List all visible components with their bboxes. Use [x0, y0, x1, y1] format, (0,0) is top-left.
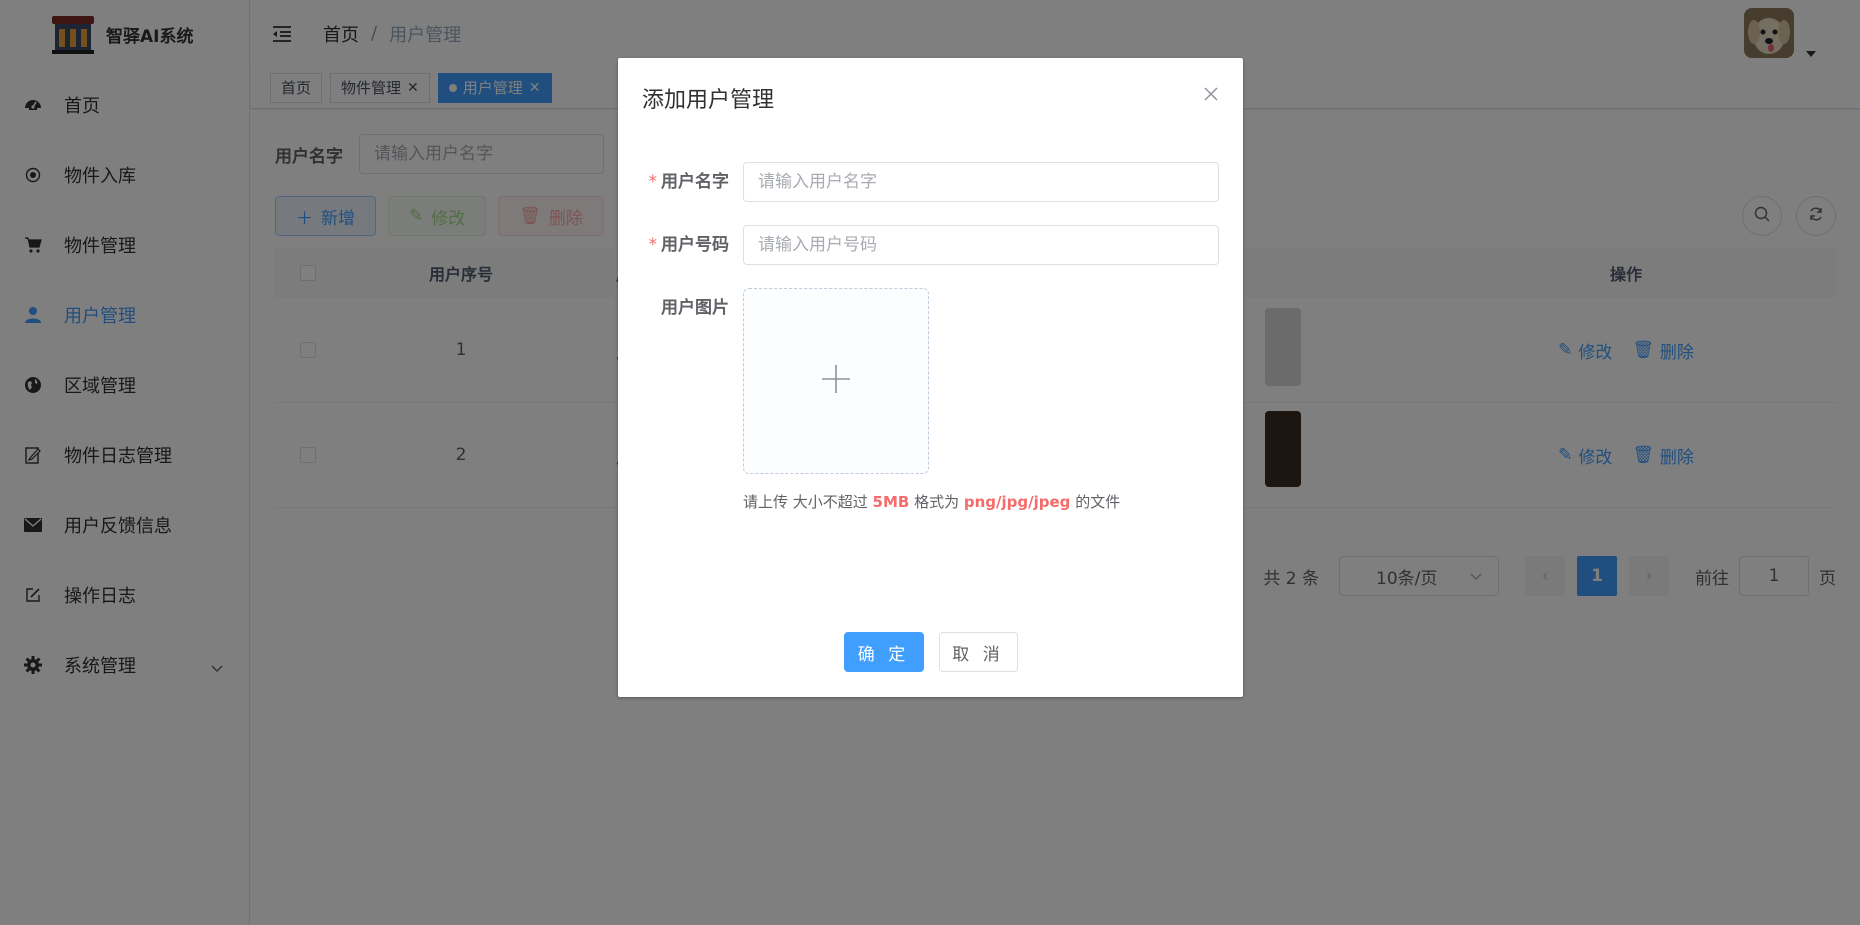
user-phone-input[interactable]	[743, 225, 1219, 265]
form-item-user-image: 用户图片	[642, 288, 929, 474]
plus-icon	[821, 364, 851, 398]
confirm-button[interactable]: 确 定	[843, 632, 924, 672]
add-user-dialog: 添加用户管理 *用户名字 *用户号码 用户图片 请上传 大小不超过 5MB 格式…	[618, 58, 1243, 697]
required-mark: *	[648, 172, 658, 192]
form-label: 用户图片	[661, 298, 729, 318]
upload-size-limit: 5MB	[872, 493, 910, 511]
form-label: * 用户名字	[648, 172, 730, 192]
form-item-user-phone: * 用户号码	[642, 225, 1219, 265]
cancel-button[interactable]: 取 消	[938, 632, 1018, 672]
close-icon[interactable]	[1203, 86, 1219, 102]
dialog-footer: 确 定 取 消	[618, 632, 1243, 672]
form-item-user-name: * 用户名字	[642, 162, 1219, 202]
user-name-input[interactable]	[743, 162, 1219, 202]
upload-tip: 请上传 大小不超过 5MB 格式为 png/jpg/jpeg 的文件	[743, 493, 1121, 511]
required-mark: *	[648, 235, 658, 255]
form-label: * 用户号码	[648, 235, 730, 255]
image-upload-box[interactable]	[743, 288, 929, 474]
dialog-title: 添加用户管理	[642, 88, 775, 113]
upload-formats: png/jpg/jpeg	[963, 493, 1071, 511]
